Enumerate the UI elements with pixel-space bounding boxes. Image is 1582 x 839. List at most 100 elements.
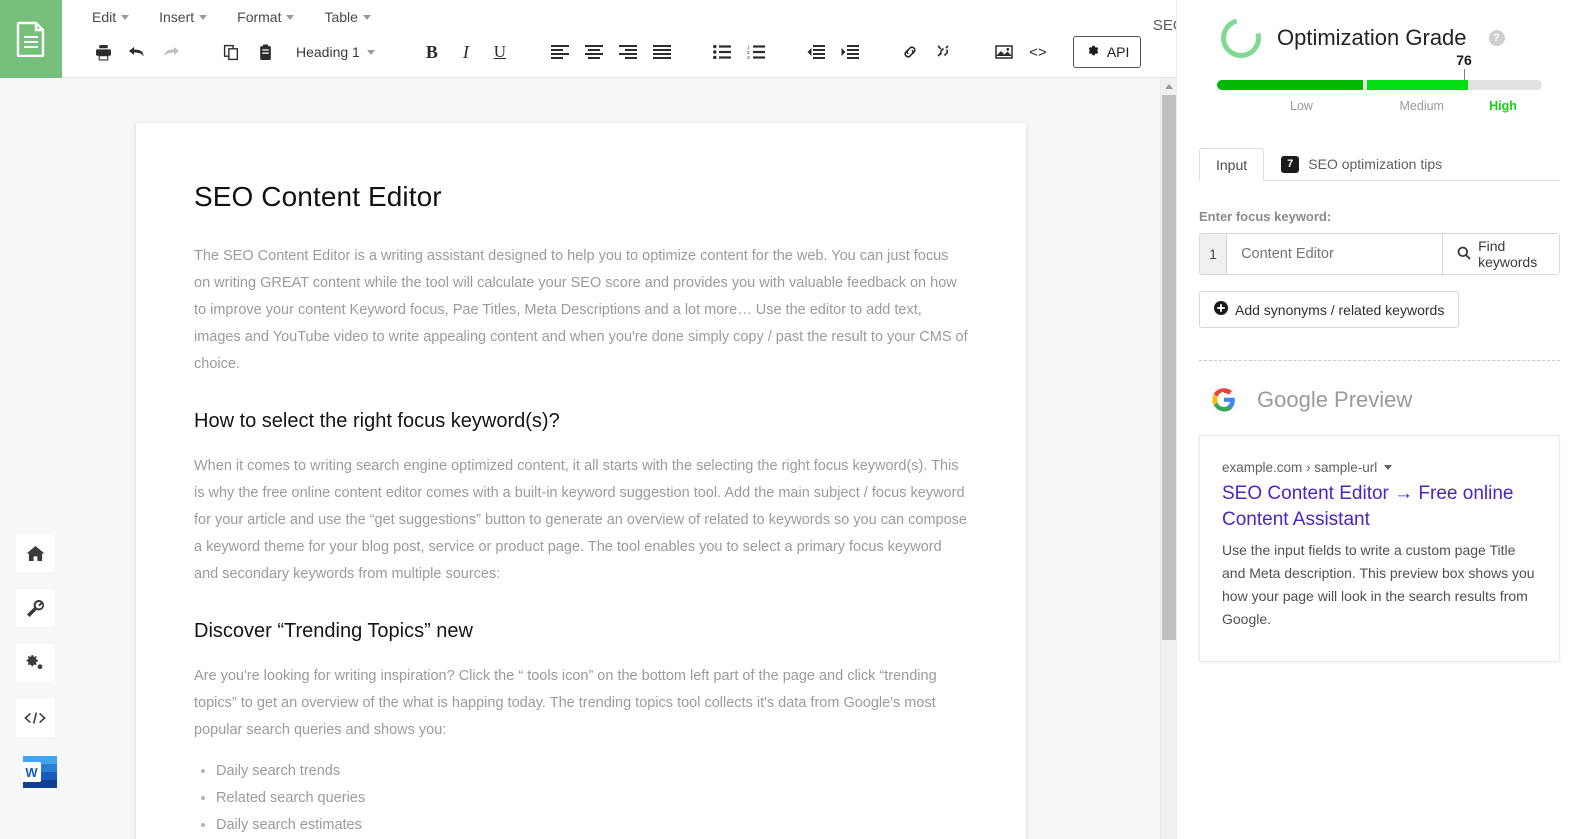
plus-circle-icon	[1214, 301, 1228, 318]
score-legend-medium: Medium	[1400, 99, 1444, 113]
tab-seo-optimization-tips[interactable]: 7 SEO optimization tips	[1264, 147, 1459, 181]
editor-scrollbar[interactable]	[1160, 78, 1176, 839]
undo-icon[interactable]	[120, 37, 154, 67]
menu-table[interactable]: Table	[322, 5, 372, 29]
find-keywords-button[interactable]: Find keywords	[1442, 234, 1559, 274]
tab-input-label: Input	[1216, 157, 1247, 173]
scroll-up-button[interactable]	[1161, 78, 1176, 94]
document-heading-3: Discover “Trending Topics” new	[194, 620, 968, 643]
document-icon	[16, 21, 46, 57]
menu-table-label: Table	[324, 9, 357, 25]
source-code-label: <>	[1029, 44, 1047, 61]
grade-spinner-icon	[1214, 11, 1269, 66]
score-legend: LowMediumHigh	[1217, 99, 1542, 117]
chevron-down-icon[interactable]	[1384, 465, 1392, 470]
document-intro-paragraph: The SEO Content Editor is a writing assi…	[194, 243, 968, 378]
serp-title[interactable]: SEO Content Editor → Free online Content…	[1222, 481, 1537, 533]
bold-button[interactable]: B	[415, 37, 449, 67]
chevron-down-icon	[286, 15, 294, 20]
google-serp-preview: example.com › sample-url SEO Content Edi…	[1199, 435, 1560, 662]
add-synonyms-button[interactable]: Add synonyms / related keywords	[1199, 291, 1459, 328]
code-icon[interactable]	[16, 699, 54, 737]
document-paragraph-3: Are you're looking for writing inspirati…	[194, 663, 968, 744]
bullet-list-icon[interactable]	[705, 37, 739, 67]
document-page[interactable]: SEO Content Editor The SEO Content Edito…	[136, 123, 1026, 839]
list-item: Daily search trends	[216, 758, 968, 785]
align-right-icon[interactable]	[611, 37, 645, 67]
bold-label: B	[426, 42, 438, 63]
document-paragraph-2: When it comes to writing search engine o…	[194, 453, 968, 588]
copy-icon[interactable]	[214, 37, 248, 67]
redo-icon[interactable]	[154, 37, 188, 67]
underline-button[interactable]: U	[483, 37, 517, 67]
help-icon[interactable]: ?	[1489, 30, 1505, 46]
chevron-down-icon	[367, 50, 375, 55]
app-logo[interactable]	[0, 0, 62, 78]
tools-icon[interactable]	[16, 589, 54, 627]
settings-icon[interactable]	[16, 644, 54, 682]
svg-text:3: 3	[747, 55, 750, 59]
indent-icon[interactable]	[833, 37, 867, 67]
serp-url: example.com › sample-url	[1222, 460, 1377, 475]
google-logo-icon	[1207, 383, 1241, 417]
align-center-icon[interactable]	[577, 37, 611, 67]
paste-icon[interactable]	[248, 37, 282, 67]
unlink-icon[interactable]	[927, 37, 961, 67]
menu-insert[interactable]: Insert	[157, 5, 209, 29]
score-marker	[1464, 69, 1465, 80]
menu-edit[interactable]: Edit	[90, 5, 131, 29]
image-icon[interactable]	[987, 37, 1021, 67]
focus-keyword-row: 1 Find keywords	[1199, 233, 1560, 275]
seo-content-editor-app: Edit Insert Format Table	[0, 0, 1582, 839]
outdent-icon[interactable]	[799, 37, 833, 67]
focus-keyword-input[interactable]	[1227, 234, 1442, 274]
paragraph-style-select[interactable]: Heading 1	[290, 41, 381, 63]
search-icon	[1457, 246, 1471, 263]
score-segment-medium	[1367, 80, 1468, 90]
svg-text:1: 1	[747, 45, 750, 50]
home-icon[interactable]	[16, 534, 54, 572]
caret-up-icon	[1165, 84, 1173, 89]
document-bullet-list: Daily search trends Related search queri…	[194, 758, 968, 839]
underline-label: U	[494, 42, 506, 62]
source-code-icon[interactable]: <>	[1021, 37, 1055, 67]
score-value: 76	[1456, 52, 1472, 68]
word-export-icon[interactable]: W	[20, 752, 60, 792]
scrollbar-thumb[interactable]	[1162, 95, 1176, 640]
menu-insert-label: Insert	[159, 9, 194, 25]
score-legend-high: High	[1489, 99, 1517, 113]
formatting-toolbar: Heading 1 B I U	[86, 36, 1141, 68]
document-body[interactable]: SEO Content Editor The SEO Content Edito…	[194, 181, 968, 839]
paragraph-style-label: Heading 1	[296, 44, 360, 60]
serp-description: Use the input fields to write a custom p…	[1222, 539, 1537, 631]
link-icon[interactable]	[893, 37, 927, 67]
chevron-down-icon	[121, 15, 129, 20]
chevron-down-icon	[199, 15, 207, 20]
seo-sidebar: Optimization Grade ? 76 LowMediumHigh In…	[1176, 0, 1582, 839]
document-heading-2: How to select the right focus keyword(s)…	[194, 410, 968, 433]
tab-input[interactable]: Input	[1199, 148, 1264, 181]
optimization-grade-header: Optimization Grade ?	[1199, 0, 1560, 58]
left-rail: W	[0, 78, 62, 839]
sidebar-tabs: Input 7 SEO optimization tips	[1199, 145, 1560, 181]
optimization-score: 76	[1217, 80, 1542, 90]
tips-count-badge: 7	[1281, 156, 1299, 173]
italic-button[interactable]: I	[449, 37, 483, 67]
list-item: Related search queries	[216, 785, 968, 812]
google-preview-title: Google Preview	[1257, 387, 1412, 413]
section-divider	[1199, 360, 1560, 361]
editor-canvas: SEO Content Editor The SEO Content Edito…	[62, 78, 1176, 839]
api-button[interactable]: API	[1073, 36, 1142, 68]
find-keywords-label: Find keywords	[1478, 238, 1545, 270]
serp-url-row: example.com › sample-url	[1222, 460, 1537, 475]
align-justify-icon[interactable]	[645, 37, 679, 67]
align-left-icon[interactable]	[543, 37, 577, 67]
menu-format[interactable]: Format	[235, 5, 296, 29]
optimization-grade-title: Optimization Grade	[1277, 25, 1467, 51]
focus-keyword-label: Enter focus keyword:	[1199, 209, 1560, 224]
document-title: SEO Content Editor	[194, 181, 968, 213]
numbered-list-icon[interactable]: 1 2 3	[739, 37, 773, 67]
print-icon[interactable]	[86, 37, 120, 67]
gear-icon	[1085, 43, 1100, 61]
menu-edit-label: Edit	[92, 9, 116, 25]
